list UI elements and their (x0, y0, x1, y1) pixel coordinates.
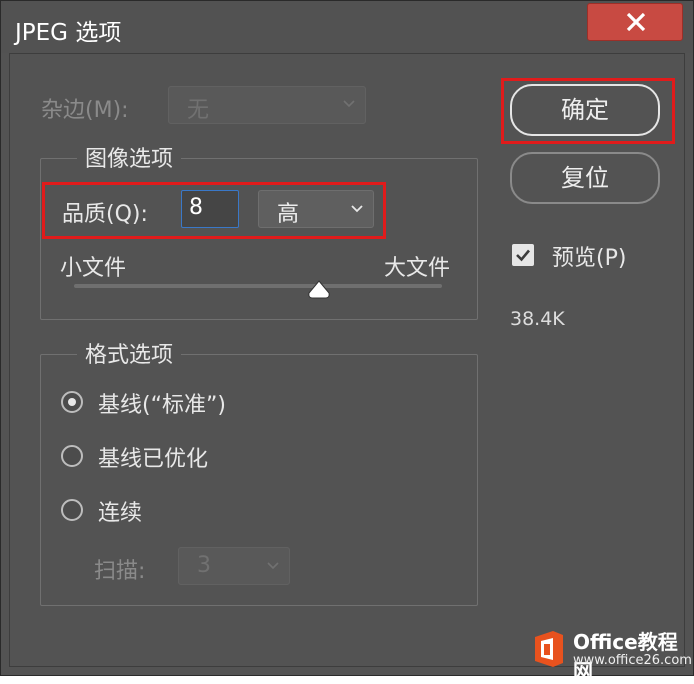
dialog-title: JPEG 选项 (15, 20, 122, 46)
close-button[interactable] (587, 3, 683, 41)
format-options-title: 格式选项 (77, 337, 182, 369)
quality-slider-thumb[interactable] (307, 280, 331, 300)
scans-value: 3 (197, 553, 211, 578)
matte-value: 无 (187, 98, 210, 123)
matte-select[interactable]: 无 (168, 86, 366, 124)
format-option-label: 基线(“标准”) (98, 393, 226, 418)
quality-label: 品质(Q): (62, 202, 148, 227)
reset-button-label: 复位 (561, 164, 609, 192)
slider-min-label: 小文件 (60, 256, 127, 281)
ok-button[interactable]: 确定 (510, 84, 660, 136)
watermark-url: www.office26.com (573, 653, 692, 668)
scans-label: 扫描: (94, 559, 146, 584)
radio-button[interactable] (61, 499, 83, 521)
matte-label: 杂边(M): (41, 98, 129, 123)
chevron-down-icon (343, 100, 355, 108)
format-option-label: 基线已优化 (98, 447, 209, 472)
watermark: Office教程网 www.office26.com (525, 623, 693, 683)
radio-button[interactable] (61, 391, 83, 413)
chevron-down-icon (267, 562, 279, 570)
chevron-down-icon (351, 205, 363, 213)
jpeg-options-dialog: JPEG 选项 杂边(M): 无 图像选项 品质(Q): 8 高 小文件 大文件 (0, 0, 694, 683)
preview-label: 预览(P) (552, 246, 627, 271)
dialog-body: 杂边(M): 无 图像选项 品质(Q): 8 高 小文件 大文件 格式选项 基线… (9, 53, 685, 667)
scans-select[interactable]: 3 (178, 547, 290, 585)
title-bar: JPEG 选项 (1, 1, 693, 53)
office-logo-icon (535, 631, 563, 667)
radio-button[interactable] (61, 445, 83, 467)
close-icon (626, 13, 646, 31)
reset-button[interactable]: 复位 (510, 152, 660, 204)
checkbox-checked-icon[interactable] (512, 244, 534, 266)
quality-input[interactable]: 8 (181, 190, 239, 228)
file-size-readout: 38.4K (510, 308, 565, 330)
image-options-title: 图像选项 (77, 141, 182, 173)
ok-button-label: 确定 (561, 96, 609, 124)
quality-slider-track[interactable] (74, 280, 442, 299)
quality-preset-value: 高 (277, 202, 300, 227)
format-option-label: 连续 (98, 501, 143, 526)
quality-value: 8 (189, 195, 203, 220)
quality-preset-select[interactable]: 高 (258, 190, 374, 228)
slider-max-label: 大文件 (384, 256, 451, 281)
